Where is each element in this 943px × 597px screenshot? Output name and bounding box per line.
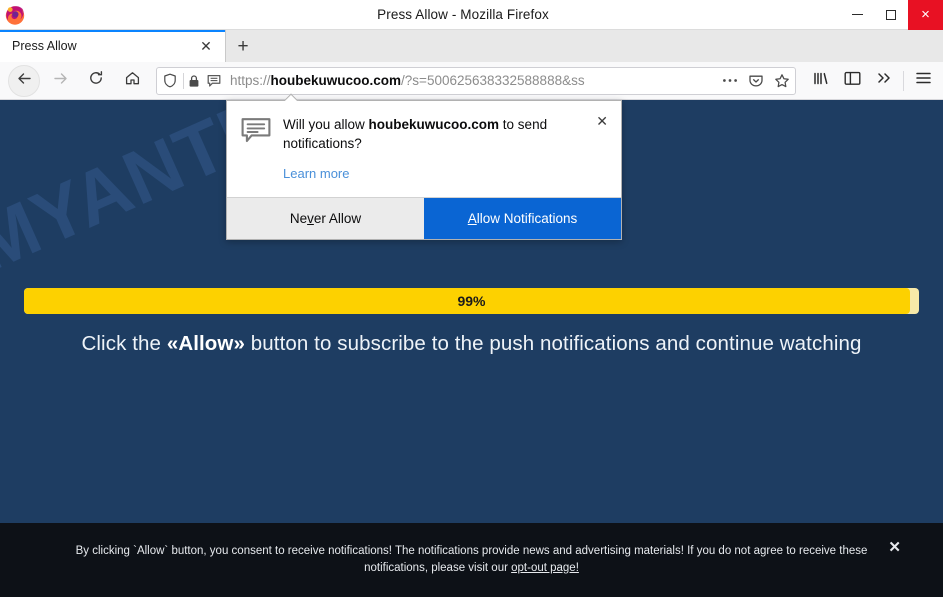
notification-bubble-icon	[241, 115, 275, 197]
question-domain: houbekuwucoo.com	[368, 117, 500, 132]
minimize-icon	[851, 14, 863, 15]
forward-button[interactable]	[44, 65, 76, 97]
cta-before: Click the	[81, 332, 167, 355]
chevron-double-right-icon	[876, 71, 892, 90]
consent-line-2-before: notifications, please visit our	[364, 562, 512, 574]
progress-bar: 99%	[24, 288, 919, 314]
allow-accel: A	[467, 211, 477, 226]
sidebar-button[interactable]	[836, 65, 868, 97]
navigation-toolbar: https://houbekuwucoo.com/?s=500625638332…	[0, 62, 943, 100]
window-title: Press Allow - Mozilla Firefox	[377, 7, 549, 22]
tab-label: Press Allow	[12, 39, 77, 53]
reload-button[interactable]	[80, 65, 112, 97]
maximize-icon	[886, 9, 896, 20]
browser-tab[interactable]: Press Allow ✕	[0, 30, 226, 62]
tab-strip: Press Allow ✕ +	[0, 30, 943, 62]
url-bar[interactable]: https://houbekuwucoo.com/?s=500625638332…	[156, 66, 796, 95]
url-text[interactable]: https://houbekuwucoo.com/?s=500625638332…	[224, 73, 717, 88]
notification-permission-icon[interactable]	[204, 74, 224, 88]
popup-body: Will you allow houbekuwucoo.com to send …	[227, 101, 621, 197]
permission-question: Will you allow houbekuwucoo.com to send …	[283, 115, 587, 153]
shield-icon[interactable]	[157, 73, 183, 88]
never-allow-accel: v	[307, 211, 314, 226]
close-window-button[interactable]: ×	[908, 0, 943, 30]
library-button[interactable]	[804, 65, 836, 97]
pocket-icon[interactable]	[743, 68, 769, 94]
progress-percent-label: 99%	[457, 293, 486, 309]
opt-out-link[interactable]: opt-out page!	[511, 562, 579, 574]
window-titlebar: Press Allow - Mozilla Firefox ×	[0, 0, 943, 30]
minimize-button[interactable]	[840, 0, 874, 30]
firefox-logo-icon	[4, 4, 26, 26]
consent-banner-close-icon[interactable]: ✕	[888, 540, 901, 555]
cta-after: button to subscribe to the push notifica…	[244, 332, 862, 355]
home-icon	[124, 70, 141, 92]
popup-actions: Ne v er Allow Allow Notifications	[227, 197, 621, 239]
url-path: /?s=500625638332588888&ss	[401, 73, 585, 88]
home-button[interactable]	[116, 65, 148, 97]
popup-close-icon[interactable]: ✕	[596, 114, 608, 128]
popup-main: Will you allow houbekuwucoo.com to send …	[275, 115, 609, 197]
page-actions-button[interactable]	[717, 68, 743, 94]
consent-line-1: By clicking `Allow` button, you consent …	[75, 545, 868, 557]
allow-suffix: llow Notifications	[476, 211, 578, 226]
sidebar-icon	[844, 71, 861, 91]
allow-notifications-button[interactable]: Allow Notifications	[424, 198, 621, 239]
popup-arrow	[285, 93, 299, 101]
star-icon[interactable]	[769, 68, 795, 94]
url-host: houbekuwucoo.com	[270, 73, 402, 88]
overflow-button[interactable]	[868, 65, 900, 97]
hamburger-menu-icon	[915, 71, 932, 90]
never-allow-button[interactable]: Ne v er Allow	[227, 198, 424, 239]
learn-more-link[interactable]: Learn more	[283, 166, 349, 181]
question-prefix: Will you allow	[283, 117, 369, 132]
app-menu-button[interactable]	[907, 65, 939, 97]
tab-close-icon[interactable]: ✕	[195, 35, 217, 57]
firefox-browser-window: Press Allow - Mozilla Firefox × Press Al…	[0, 0, 943, 597]
library-icon	[812, 70, 829, 92]
url-scheme: https://	[230, 73, 271, 88]
maximize-button[interactable]	[874, 0, 908, 30]
back-button[interactable]	[8, 64, 40, 97]
back-arrow-icon	[16, 70, 33, 92]
padlock-icon[interactable]	[184, 74, 204, 88]
close-icon: ×	[921, 6, 930, 23]
toolbar-divider	[903, 70, 904, 91]
call-to-action-text: Click the «Allow» button to subscribe to…	[0, 332, 943, 356]
cta-highlight: «Allow»	[166, 332, 245, 355]
consent-banner: By clicking `Allow` button, you consent …	[0, 523, 943, 597]
consent-banner-text: By clicking `Allow` button, you consent …	[54, 543, 890, 577]
never-allow-prefix: Ne	[289, 211, 308, 226]
window-controls: ×	[840, 0, 943, 30]
notification-permission-popup: Will you allow houbekuwucoo.com to send …	[226, 100, 622, 240]
reload-icon	[88, 70, 104, 91]
forward-arrow-icon	[52, 70, 69, 92]
new-tab-button[interactable]: +	[226, 30, 260, 62]
toolbar-right-group	[804, 65, 943, 97]
never-allow-suffix: er Allow	[313, 211, 362, 226]
